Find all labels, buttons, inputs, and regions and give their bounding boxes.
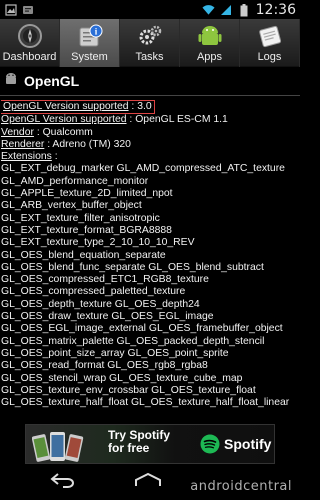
spotify-icon — [200, 434, 220, 454]
list-item: GL_APPLE_texture_2D_limited_npot — [1, 188, 173, 200]
row-key: Renderer — [1, 138, 45, 150]
ad-headline: Try Spotify for free — [108, 429, 170, 455]
tab-label: Apps — [196, 51, 223, 63]
list-item: GL_EXT_debug_marker GL_AMD_compressed_AT… — [1, 163, 285, 175]
tab-label: Tasks — [135, 51, 164, 63]
list-item: OpenGL Version supported : 3.0 — [1, 100, 155, 115]
tab-dashboard[interactable]: Dashboard — [0, 19, 60, 67]
list-item: GL_EXT_texture_type_2_10_10_10_REV — [1, 237, 195, 249]
opengl-info-list: OpenGL Version supported : 3.0 OpenGL Ve… — [1, 96, 299, 424]
list-item: GL_EXT_texture_format_BGRA8888 — [1, 224, 172, 236]
section-title: OpenGL — [24, 73, 80, 89]
list-item: Vendor : Qualcomm — [1, 127, 299, 139]
list-item: OpenGL Version supported : OpenGL ES-CM … — [1, 114, 299, 126]
notification-icons — [4, 3, 34, 16]
system-info-notification-icon — [21, 3, 34, 16]
spotify-ad-banner[interactable]: Try Spotify for free Spotify — [25, 424, 275, 464]
notepad-icon — [256, 22, 284, 50]
row-value: : Adreno (TM) 320 — [44, 138, 131, 150]
info-icon: i — [76, 22, 104, 50]
section-header: OpenGL — [0, 67, 300, 95]
wifi-icon — [202, 4, 215, 17]
tab-logs[interactable]: Logs — [240, 19, 300, 67]
row-key: OpenGL Version supported — [3, 101, 129, 112]
compass-icon — [16, 22, 44, 50]
list-item: GL_OES_blend_equation_separate — [1, 249, 166, 261]
row-value: : — [51, 151, 58, 163]
navigation-bar: androidcentral — [0, 464, 300, 500]
list-item: GL_OES_depth_texture GL_OES_depth24 — [1, 298, 200, 310]
image-notification-icon — [4, 3, 17, 16]
watermark-logo: androidcentral — [190, 479, 292, 494]
clock-time: 12:36 — [255, 2, 296, 18]
list-item: GL_OES_stencil_wrap GL_OES_texture_cube_… — [1, 372, 243, 384]
list-item: GL_OES_read_format GL_OES_rgb8_rgba8 — [1, 360, 208, 372]
status-icons: 12:36 — [202, 2, 296, 18]
battery-icon — [238, 3, 251, 17]
list-item: GL_ARB_vertex_buffer_object — [1, 200, 142, 212]
back-arrow-icon — [49, 472, 75, 493]
tab-label: System — [71, 51, 108, 63]
row-value: : OpenGL ES-CM 1.1 — [126, 114, 228, 126]
version-row-highlighted: OpenGL Version supported : 3.0 — [1, 96, 299, 115]
tab-bar: Dashboard i System Tasks Apps Logs — [0, 19, 300, 67]
list-item: GL_OES_draw_texture GL_OES_EGL_image — [1, 311, 214, 323]
home-icon — [134, 472, 162, 493]
signal-icon — [220, 4, 233, 17]
android-small-icon — [4, 72, 18, 91]
list-item: GL_OES_texture_env_crossbar GL_OES_textu… — [1, 384, 256, 396]
back-button[interactable] — [47, 470, 77, 494]
tab-tasks[interactable]: Tasks — [120, 19, 180, 67]
list-item: GL_OES_blend_func_separate GL_OES_blend_… — [1, 261, 264, 273]
row-key: Vendor — [1, 126, 34, 138]
tab-system[interactable]: i System — [60, 19, 120, 67]
tab-label: Dashboard — [2, 51, 57, 63]
list-item: GL_OES_texture_half_float GL_OES_texture… — [1, 397, 290, 409]
row-key: OpenGL Version supported — [1, 114, 127, 126]
list-item: GL_OES_EGL_image_external GL_OES_framebu… — [1, 323, 283, 335]
list-item: GL_EXT_texture_filter_anisotropic — [1, 212, 160, 224]
spotify-logo: Spotify — [200, 434, 271, 454]
gears-icon — [136, 22, 164, 50]
ad-line-2: for free — [108, 441, 150, 455]
list-item: GL_AMD_performance_monitor — [1, 175, 149, 187]
spotify-brand-text: Spotify — [224, 436, 272, 452]
status-bar: 12:36 — [0, 0, 300, 19]
list-item: Extensions : — [1, 151, 299, 163]
android-icon — [196, 22, 224, 50]
phones-image — [31, 429, 84, 463]
tab-label: Logs — [257, 51, 282, 63]
home-button[interactable] — [133, 470, 163, 494]
list-item: GL_OES_compressed_ETC1_RGB8_texture — [1, 274, 209, 286]
list-item: GL_OES_point_size_array GL_OES_point_spr… — [1, 347, 229, 359]
list-item: Renderer : Adreno (TM) 320 — [1, 139, 299, 151]
list-item: GL_OES_compressed_paletted_texture — [1, 286, 186, 298]
row-value: : 3.0 — [128, 101, 152, 112]
list-item: GL_OES_matrix_palette GL_OES_packed_dept… — [1, 335, 265, 347]
row-key: Extensions — [1, 151, 52, 163]
tab-apps[interactable]: Apps — [180, 19, 240, 67]
row-value: : Qualcomm — [33, 126, 93, 138]
